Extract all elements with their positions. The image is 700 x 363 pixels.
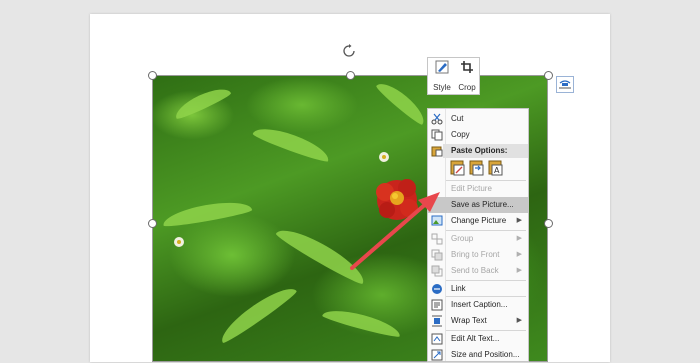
leaf-shape	[171, 82, 233, 122]
menu-item-label: Insert Caption...	[451, 300, 508, 309]
crop-icon	[461, 61, 473, 73]
menu-item-save-as-picture[interactable]: Save as Picture...	[428, 197, 528, 213]
wrap-text-icon	[432, 315, 442, 327]
link-icon	[432, 284, 442, 294]
menu-item-insert-caption[interactable]: Insert Caption...	[428, 297, 528, 313]
bring-to-front-icon	[431, 249, 443, 261]
paste-options-label: Paste Options:	[451, 146, 508, 155]
small-white-flower	[174, 237, 184, 247]
menu-item-label: Link	[451, 284, 466, 293]
menu-item-cut[interactable]: Cut	[428, 111, 528, 127]
resize-handle-top-right[interactable]	[544, 71, 553, 80]
menu-item-label: Bring to Front	[451, 250, 500, 259]
submenu-arrow-icon: ▶	[516, 217, 522, 224]
svg-text:A: A	[494, 166, 500, 175]
resize-handle-top[interactable]	[346, 71, 355, 80]
menu-item-change-picture[interactable]: Change Picture ▶	[428, 213, 528, 229]
menu-item-label: Group	[451, 234, 474, 243]
submenu-arrow-icon: ▶	[516, 317, 522, 324]
leaf-shape	[321, 304, 403, 340]
alt-text-icon	[431, 333, 443, 345]
menu-item-label: Wrap Text	[451, 316, 487, 325]
menu-item-edit-picture[interactable]: Edit Picture	[428, 181, 528, 197]
menu-item-label: Size and Position...	[451, 350, 520, 359]
style-icon	[435, 60, 449, 74]
paste-icon	[431, 146, 443, 157]
menu-item-label: Send to Back	[451, 266, 499, 275]
menu-item-label: Save as Picture...	[451, 200, 514, 209]
paste-text-only-icon[interactable]: A	[488, 159, 504, 176]
menu-item-label: Change Picture	[451, 216, 507, 225]
menu-item-edit-alt-text[interactable]: Edit Alt Text...	[428, 331, 528, 347]
leaf-shape	[374, 77, 430, 127]
resize-handle-right[interactable]	[544, 219, 553, 228]
caption-icon	[431, 299, 443, 311]
menu-item-copy[interactable]: Copy	[428, 127, 528, 143]
style-button[interactable]	[430, 60, 454, 76]
menu-item-label: Cut	[451, 114, 464, 123]
paste-options-row: A	[446, 159, 506, 177]
paste-keep-formatting-icon[interactable]	[450, 159, 466, 176]
small-white-flower	[379, 152, 389, 162]
layout-options-icon[interactable]	[556, 76, 574, 93]
style-label: Style	[433, 83, 451, 92]
size-position-icon	[431, 349, 443, 361]
leaf-shape	[215, 280, 299, 346]
menu-item-label: Copy	[451, 130, 470, 139]
mini-toolbar: Style Crop	[427, 57, 480, 95]
submenu-arrow-icon: ▶	[516, 251, 522, 258]
leaf-shape	[161, 197, 253, 229]
rotate-icon[interactable]	[342, 44, 356, 58]
cut-icon	[431, 113, 443, 125]
menu-item-label: Edit Picture	[451, 184, 492, 193]
context-menu: Cut Copy Paste Options: A Edit Picture S…	[427, 108, 529, 362]
menu-item-group[interactable]: Group ▶	[428, 231, 528, 247]
menu-item-size-and-position[interactable]: Size and Position...	[428, 347, 528, 363]
paste-options-header: Paste Options:	[443, 144, 528, 158]
leaf-shape	[274, 221, 370, 287]
crop-button[interactable]	[455, 60, 479, 76]
menu-item-send-to-back[interactable]: Send to Back ▶	[428, 263, 528, 279]
group-icon	[431, 233, 443, 245]
resize-handle-top-left[interactable]	[148, 71, 157, 80]
submenu-arrow-icon: ▶	[516, 235, 522, 242]
submenu-arrow-icon: ▶	[516, 267, 522, 274]
menu-item-label: Edit Alt Text...	[451, 334, 500, 343]
menu-item-bring-to-front[interactable]: Bring to Front ▶	[428, 247, 528, 263]
menu-item-wrap-text[interactable]: Wrap Text ▶	[428, 313, 528, 329]
change-picture-icon	[431, 215, 443, 226]
marigold-flower	[376, 179, 418, 220]
paste-picture-icon[interactable]	[469, 159, 485, 176]
crop-label: Crop	[458, 83, 476, 92]
menu-item-link[interactable]: Link	[428, 281, 528, 297]
copy-icon	[431, 129, 443, 141]
resize-handle-left[interactable]	[148, 219, 157, 228]
send-to-back-icon	[431, 265, 443, 277]
leaf-shape	[251, 121, 333, 165]
